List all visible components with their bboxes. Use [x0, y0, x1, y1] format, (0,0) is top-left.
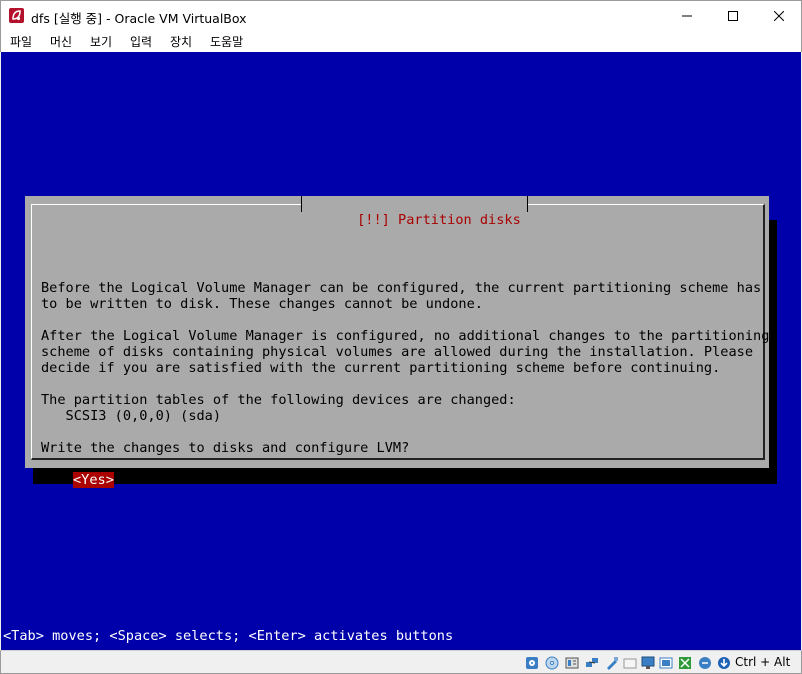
display-icon[interactable] — [641, 656, 655, 670]
no-button[interactable]: <No> — [689, 472, 722, 488]
dialog-title: [!!] Partition disks — [357, 212, 521, 228]
optical-drive-icon[interactable] — [545, 656, 559, 670]
menu-file[interactable]: 파일 — [10, 33, 32, 50]
menu-view[interactable]: 보기 — [90, 33, 112, 50]
menu-input[interactable]: 입력 — [130, 33, 152, 50]
window-title: dfs [실행 중] - Oracle VM VirtualBox — [31, 11, 247, 26]
menu-help[interactable]: 도움말 — [210, 33, 243, 50]
dialog-text-line: Before the Logical Volume Manager can be… — [41, 280, 762, 296]
minimize-icon — [682, 15, 692, 17]
mouse-integration-icon[interactable] — [698, 656, 712, 670]
menu-devices[interactable]: 장치 — [170, 33, 192, 50]
dialog-text-line: The partition tables of the following de… — [41, 392, 516, 408]
dialog-text-line: After the Logical Volume Manager is conf… — [41, 328, 770, 344]
device-list-item: SCSI3 (0,0,0) (sda) — [41, 408, 222, 424]
virtualization-icon[interactable] — [678, 656, 692, 670]
close-icon — [774, 11, 784, 21]
status-bar: Ctrl + Alt — [0, 650, 802, 674]
usb-icon[interactable] — [605, 656, 619, 670]
dialog-text-line: decide if you are satisfied with the cur… — [41, 360, 721, 376]
maximize-icon — [728, 11, 738, 21]
close-button[interactable] — [756, 1, 802, 31]
vm-screen[interactable]: [!!] Partition disks Before the Logical … — [1, 52, 801, 650]
keyboard-hint: <Tab> moves; <Space> selects; <Enter> ac… — [3, 628, 454, 644]
shared-folders-icon[interactable] — [623, 656, 637, 670]
host-key-arrow-icon[interactable] — [717, 656, 731, 670]
menu-machine[interactable]: 머신 — [50, 33, 72, 50]
audio-icon[interactable] — [565, 656, 579, 670]
maximize-button[interactable] — [710, 1, 756, 31]
network-icon[interactable] — [585, 656, 599, 670]
video-capture-icon[interactable] — [659, 656, 673, 670]
menu-bar: 파일 머신 보기 입력 장치 도움말 — [0, 30, 802, 52]
dialog-text-line: scheme of disks containing physical volu… — [41, 344, 754, 360]
host-key-label: Ctrl + Alt — [735, 655, 791, 669]
yes-button[interactable]: <Yes> — [73, 472, 114, 488]
dialog-question: Write the changes to disks and configure… — [41, 440, 410, 456]
partition-dialog: [!!] Partition disks Before the Logical … — [25, 196, 770, 488]
virtualbox-app-icon — [9, 8, 24, 23]
dialog-text-line: to be written to disk. These changes can… — [41, 296, 483, 312]
dialog-title-box: [!!] Partition disks — [301, 196, 528, 228]
minimize-button[interactable] — [664, 1, 710, 31]
window-titlebar[interactable]: dfs [실행 중] - Oracle VM VirtualBox — [0, 0, 802, 30]
harddisk-icon[interactable] — [525, 656, 539, 670]
